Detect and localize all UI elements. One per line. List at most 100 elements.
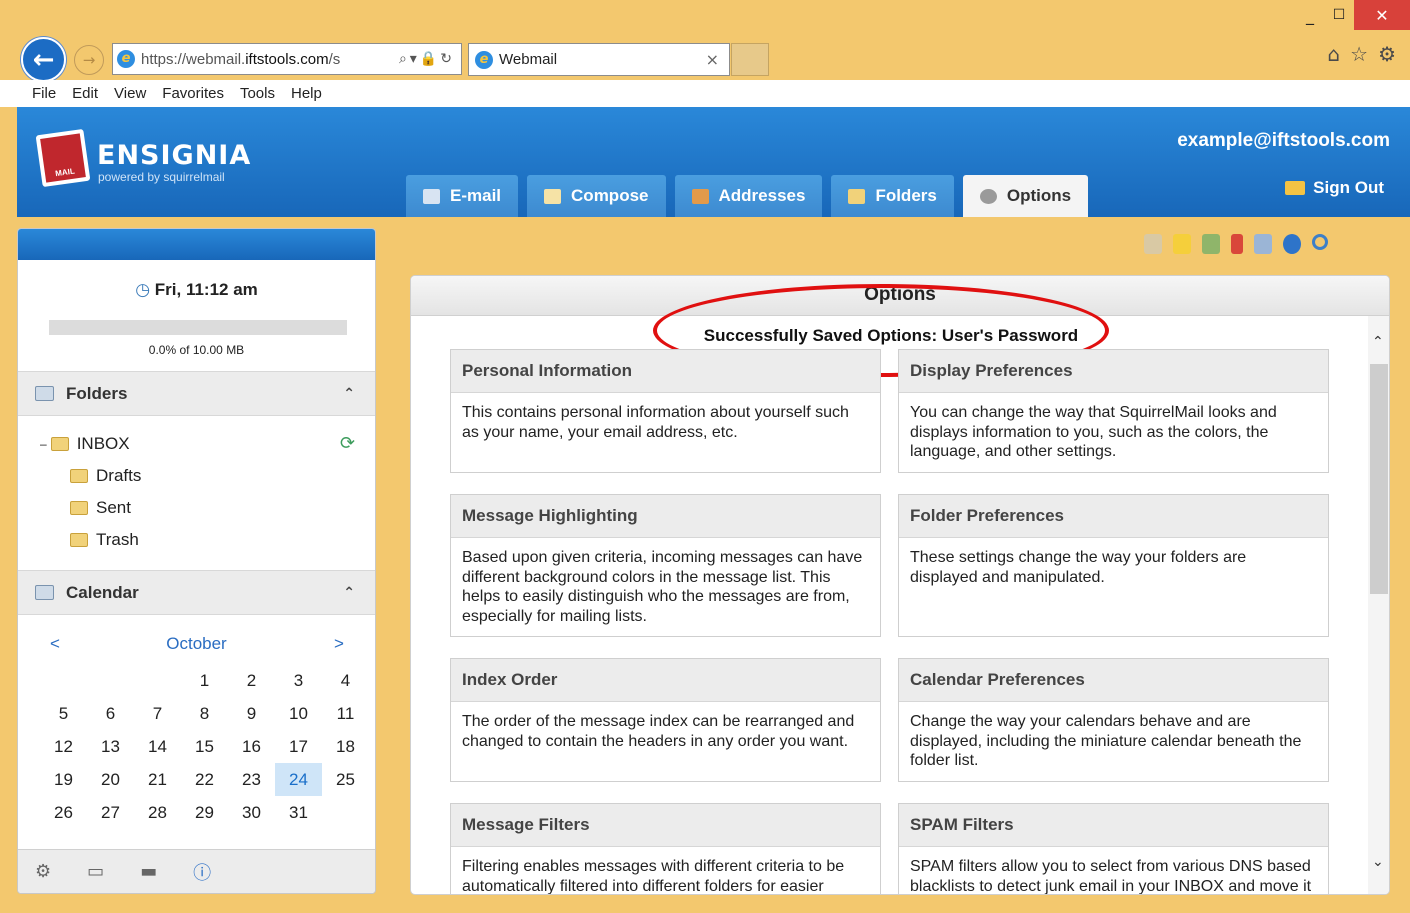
menu-favorites[interactable]: Favorites xyxy=(161,85,225,102)
calendar-day[interactable]: 18 xyxy=(322,730,369,763)
option-card-message-filters[interactable]: Message Filters Filtering enables messag… xyxy=(450,803,881,894)
menu-file[interactable]: File xyxy=(31,85,57,102)
scroll-down-icon[interactable]: ⌄ xyxy=(1372,854,1384,870)
calendar-day[interactable]: 26 xyxy=(40,796,87,829)
browser-tab[interactable]: e Webmail × xyxy=(468,43,730,76)
card-title[interactable]: SPAM Filters xyxy=(899,804,1328,847)
panel-scrollbar[interactable]: ⌃ ⌄ xyxy=(1368,316,1389,894)
calendar-day[interactable]: 8 xyxy=(181,697,228,730)
calendar-day[interactable]: 20 xyxy=(87,763,134,796)
help-icon[interactable] xyxy=(1283,234,1301,254)
calendar-day[interactable]: 27 xyxy=(87,796,134,829)
bookmark-icon[interactable] xyxy=(1231,234,1243,254)
address-bar[interactable]: e https://webmail. iftstools.com/s ⌕▾🔒↻ xyxy=(112,43,462,75)
option-card-folder-prefs[interactable]: Folder Preferences These settings change… xyxy=(898,494,1329,637)
close-window-icon[interactable]: ✕ xyxy=(1354,0,1410,30)
calendar-day[interactable]: 31 xyxy=(275,796,322,829)
calendar-day[interactable]: 21 xyxy=(134,763,181,796)
calendar-day[interactable]: 9 xyxy=(228,697,275,730)
scroll-up-icon[interactable]: ⌃ xyxy=(1372,334,1384,350)
info-icon[interactable]: ⓘ xyxy=(193,859,211,885)
new-tab-button[interactable] xyxy=(731,43,769,76)
calendar-day[interactable]: 4 xyxy=(322,664,369,697)
calendar-day[interactable]: 7 xyxy=(134,697,181,730)
calendar-day[interactable]: 16 xyxy=(228,730,275,763)
calendar-day[interactable]: 3 xyxy=(275,664,322,697)
tab-compose[interactable]: Compose xyxy=(527,175,666,217)
clipboard-icon[interactable] xyxy=(1144,234,1162,254)
calendar-day[interactable]: 23 xyxy=(228,763,275,796)
calendar-day[interactable]: 14 xyxy=(134,730,181,763)
refresh-folders-icon[interactable]: ⟳ xyxy=(340,433,355,454)
maximize-icon[interactable]: ☐ xyxy=(1324,0,1354,30)
folder-sent[interactable]: Sent xyxy=(70,498,131,518)
tab-addresses[interactable]: Addresses xyxy=(674,175,823,217)
calendar-prev-month[interactable]: < xyxy=(50,634,60,654)
forward-button[interactable]: → xyxy=(74,45,104,75)
tab-options[interactable]: Options xyxy=(962,175,1089,217)
card-title[interactable]: Message Highlighting xyxy=(451,495,880,538)
menu-help[interactable]: Help xyxy=(290,85,323,102)
calendar-day[interactable]: 24 xyxy=(275,763,322,796)
home-icon[interactable]: ⌂ xyxy=(1327,42,1340,66)
menu-tools[interactable]: Tools xyxy=(239,85,276,102)
calendar-day[interactable]: 13 xyxy=(87,730,134,763)
card-title[interactable]: Calendar Preferences xyxy=(899,659,1328,702)
calendar-month[interactable]: October xyxy=(18,634,375,654)
sign-out-link[interactable]: Sign Out xyxy=(1285,178,1384,198)
calendar-day[interactable]: 5 xyxy=(40,697,87,730)
search-icon[interactable] xyxy=(1312,234,1328,250)
option-card-calendar-prefs[interactable]: Calendar Preferences Change the way your… xyxy=(898,658,1329,782)
folder-inbox[interactable]: – INBOX xyxy=(40,434,130,454)
folder-swap-icon[interactable] xyxy=(1202,234,1220,254)
folders-section-header[interactable]: Folders ⌃ xyxy=(18,371,375,416)
monitor-icon[interactable]: ▭ xyxy=(87,861,104,882)
option-card-personal[interactable]: Personal Information This contains perso… xyxy=(450,349,881,473)
folder-trash[interactable]: Trash xyxy=(70,530,139,550)
option-card-index-order[interactable]: Index Order The order of the message ind… xyxy=(450,658,881,782)
ensignia-logo[interactable]: MAIL xyxy=(35,128,91,188)
folder-drafts[interactable]: Drafts xyxy=(70,466,141,486)
calendar-day[interactable]: 29 xyxy=(181,796,228,829)
back-button[interactable]: ← xyxy=(21,37,66,82)
calendar-day[interactable]: 22 xyxy=(181,763,228,796)
collapse-folders-icon[interactable]: ⌃ xyxy=(343,386,355,402)
card-title[interactable]: Personal Information xyxy=(451,350,880,393)
calendar-day[interactable]: 19 xyxy=(40,763,87,796)
scroll-thumb[interactable] xyxy=(1370,364,1388,594)
calendar-day[interactable]: 30 xyxy=(228,796,275,829)
calendar-day[interactable]: 2 xyxy=(228,664,275,697)
option-card-spam-filters[interactable]: SPAM Filters SPAM filters allow you to s… xyxy=(898,803,1329,894)
collapse-inbox-icon[interactable]: – xyxy=(40,437,47,451)
card-title[interactable]: Folder Preferences xyxy=(899,495,1328,538)
calendar-day[interactable]: 6 xyxy=(87,697,134,730)
calendar-day[interactable]: 11 xyxy=(322,697,369,730)
close-tab-icon[interactable]: × xyxy=(706,50,719,69)
card-title[interactable]: Index Order xyxy=(451,659,880,702)
tab-folders[interactable]: Folders xyxy=(831,175,954,217)
note-icon[interactable] xyxy=(1173,234,1191,254)
calendar-day[interactable]: 17 xyxy=(275,730,322,763)
calendar-day[interactable]: 28 xyxy=(134,796,181,829)
collapse-calendar-icon[interactable]: ⌃ xyxy=(343,585,355,601)
calendar-day[interactable]: 1 xyxy=(181,664,228,697)
calendar-section-header[interactable]: Calendar ⌃ xyxy=(18,570,375,615)
calendar-day[interactable]: 12 xyxy=(40,730,87,763)
minimize-icon[interactable]: _ xyxy=(1296,0,1324,30)
menu-edit[interactable]: Edit xyxy=(71,85,99,102)
calendar-day[interactable]: 15 xyxy=(181,730,228,763)
favorites-star-icon[interactable]: ☆ xyxy=(1350,42,1368,66)
calendar-day[interactable]: 10 xyxy=(275,697,322,730)
option-card-highlighting[interactable]: Message Highlighting Based upon given cr… xyxy=(450,494,881,637)
card-title[interactable]: Display Preferences xyxy=(899,350,1328,393)
folder-footer-icon[interactable]: ▬ xyxy=(140,861,157,882)
card-title[interactable]: Message Filters xyxy=(451,804,880,847)
tab-email[interactable]: E-mail xyxy=(406,175,519,217)
calendar-next-month[interactable]: > xyxy=(334,634,344,654)
calendar-day[interactable]: 25 xyxy=(322,763,369,796)
calendar-icon[interactable] xyxy=(1254,234,1272,254)
menu-view[interactable]: View xyxy=(113,85,147,102)
settings-icon[interactable]: ⚙ xyxy=(35,861,51,882)
address-actions-icon[interactable]: ⌕▾🔒↻ xyxy=(399,51,455,67)
settings-gear-icon[interactable]: ⚙ xyxy=(1378,42,1396,66)
